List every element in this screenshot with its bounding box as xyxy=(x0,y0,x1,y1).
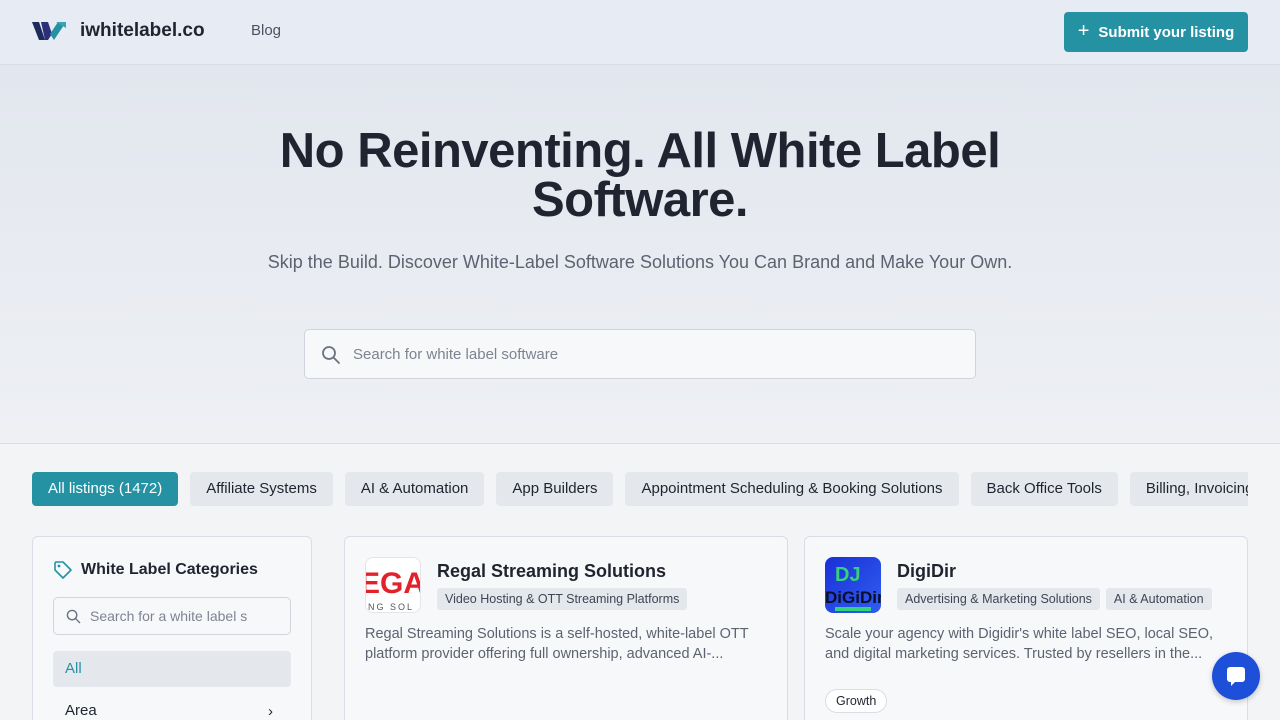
categories-sidebar: White Label Categories All Area › xyxy=(32,536,312,720)
sidebar-item-area[interactable]: Area › xyxy=(53,695,291,720)
chip-back-office-tools[interactable]: Back Office Tools xyxy=(970,472,1118,506)
chevron-right-icon: › xyxy=(268,703,273,720)
growth-badge: Growth xyxy=(825,689,888,713)
logo-icon xyxy=(32,22,66,40)
submit-listing-label: Submit your listing xyxy=(1098,23,1235,41)
plus-icon: + xyxy=(1077,20,1090,42)
search-icon xyxy=(66,609,81,624)
nav-blog-link[interactable]: Blog xyxy=(251,22,281,40)
listing-description: Regal Streaming Solutions is a self-host… xyxy=(365,626,749,662)
listing-tags: Video Hosting & OTT Streaming Platforms xyxy=(437,588,693,610)
hero-search-input[interactable] xyxy=(353,330,953,378)
chat-launcher-button[interactable] xyxy=(1212,652,1260,700)
submit-listing-button[interactable]: + Submit your listing xyxy=(1064,12,1248,52)
listing-description: Scale your agency with Digidir's white l… xyxy=(825,626,1213,662)
tag-icon xyxy=(54,561,72,579)
category-chips: All listings (1472) Affiliate Systems AI &… xyxy=(32,472,1248,508)
listing-thumb-text: EGA xyxy=(366,567,421,600)
chip-all-listings[interactable]: All listings (1472) xyxy=(32,472,179,506)
listing-name[interactable]: Regal Streaming Solutions xyxy=(437,561,666,581)
listing-name[interactable]: DigiDir xyxy=(897,561,956,581)
logo[interactable] xyxy=(32,20,68,42)
chip-billing-invoicing[interactable]: Billing, Invoicing xyxy=(1129,472,1248,506)
chip-appointment-scheduling[interactable]: Appointment Scheduling & Booking Solutio… xyxy=(625,472,959,506)
listing-card[interactable]: EGA NG SOL Regal Streaming Solutions Vid… xyxy=(344,536,788,720)
chip-ai-automation[interactable]: AI & Automation xyxy=(344,472,485,506)
chat-icon xyxy=(1227,667,1245,686)
site-header: iwhitelabel.co Blog + Submit your listin… xyxy=(0,0,1280,65)
hero-title: No Reinventing. All White Label Software… xyxy=(279,124,1001,227)
hero-section: No Reinventing. All White Label Software… xyxy=(0,65,1280,444)
listing-thumb-text: DiGiDir xyxy=(825,588,881,607)
sidebar-search-input[interactable] xyxy=(90,598,286,634)
search-icon xyxy=(322,346,340,364)
sidebar-item-all[interactable]: All xyxy=(53,651,291,687)
listing-tag[interactable]: AI & Automation xyxy=(1105,588,1212,610)
listing-card[interactable]: DJ DiGiDir DigiDir Advertising & Marketi… xyxy=(804,536,1248,720)
listing-tags: Advertising & Marketing Solutions AI & Au… xyxy=(897,588,1218,610)
sidebar-search-box[interactable] xyxy=(53,597,291,635)
listing-thumb-subtext: DJ xyxy=(835,564,861,586)
sidebar-item-label: Area xyxy=(65,702,97,719)
chip-app-builders[interactable]: App Builders xyxy=(496,472,614,506)
listing-thumbnail: DJ DiGiDir xyxy=(825,557,881,613)
hero-subtitle: Skip the Build. Discover White-Label Sof… xyxy=(267,252,1013,272)
sidebar-title: White Label Categories xyxy=(81,561,258,578)
listing-thumbnail: EGA NG SOL xyxy=(365,557,421,613)
listing-thumb-subtext: NG SOL xyxy=(368,602,414,612)
listing-tag[interactable]: Advertising & Marketing Solutions xyxy=(897,588,1100,610)
hero-search-box[interactable] xyxy=(304,329,976,379)
brand-name[interactable]: iwhitelabel.co xyxy=(80,20,205,42)
chip-affiliate-systems[interactable]: Affiliate Systems xyxy=(190,472,333,506)
listing-tag[interactable]: Video Hosting & OTT Streaming Platforms xyxy=(437,588,688,610)
